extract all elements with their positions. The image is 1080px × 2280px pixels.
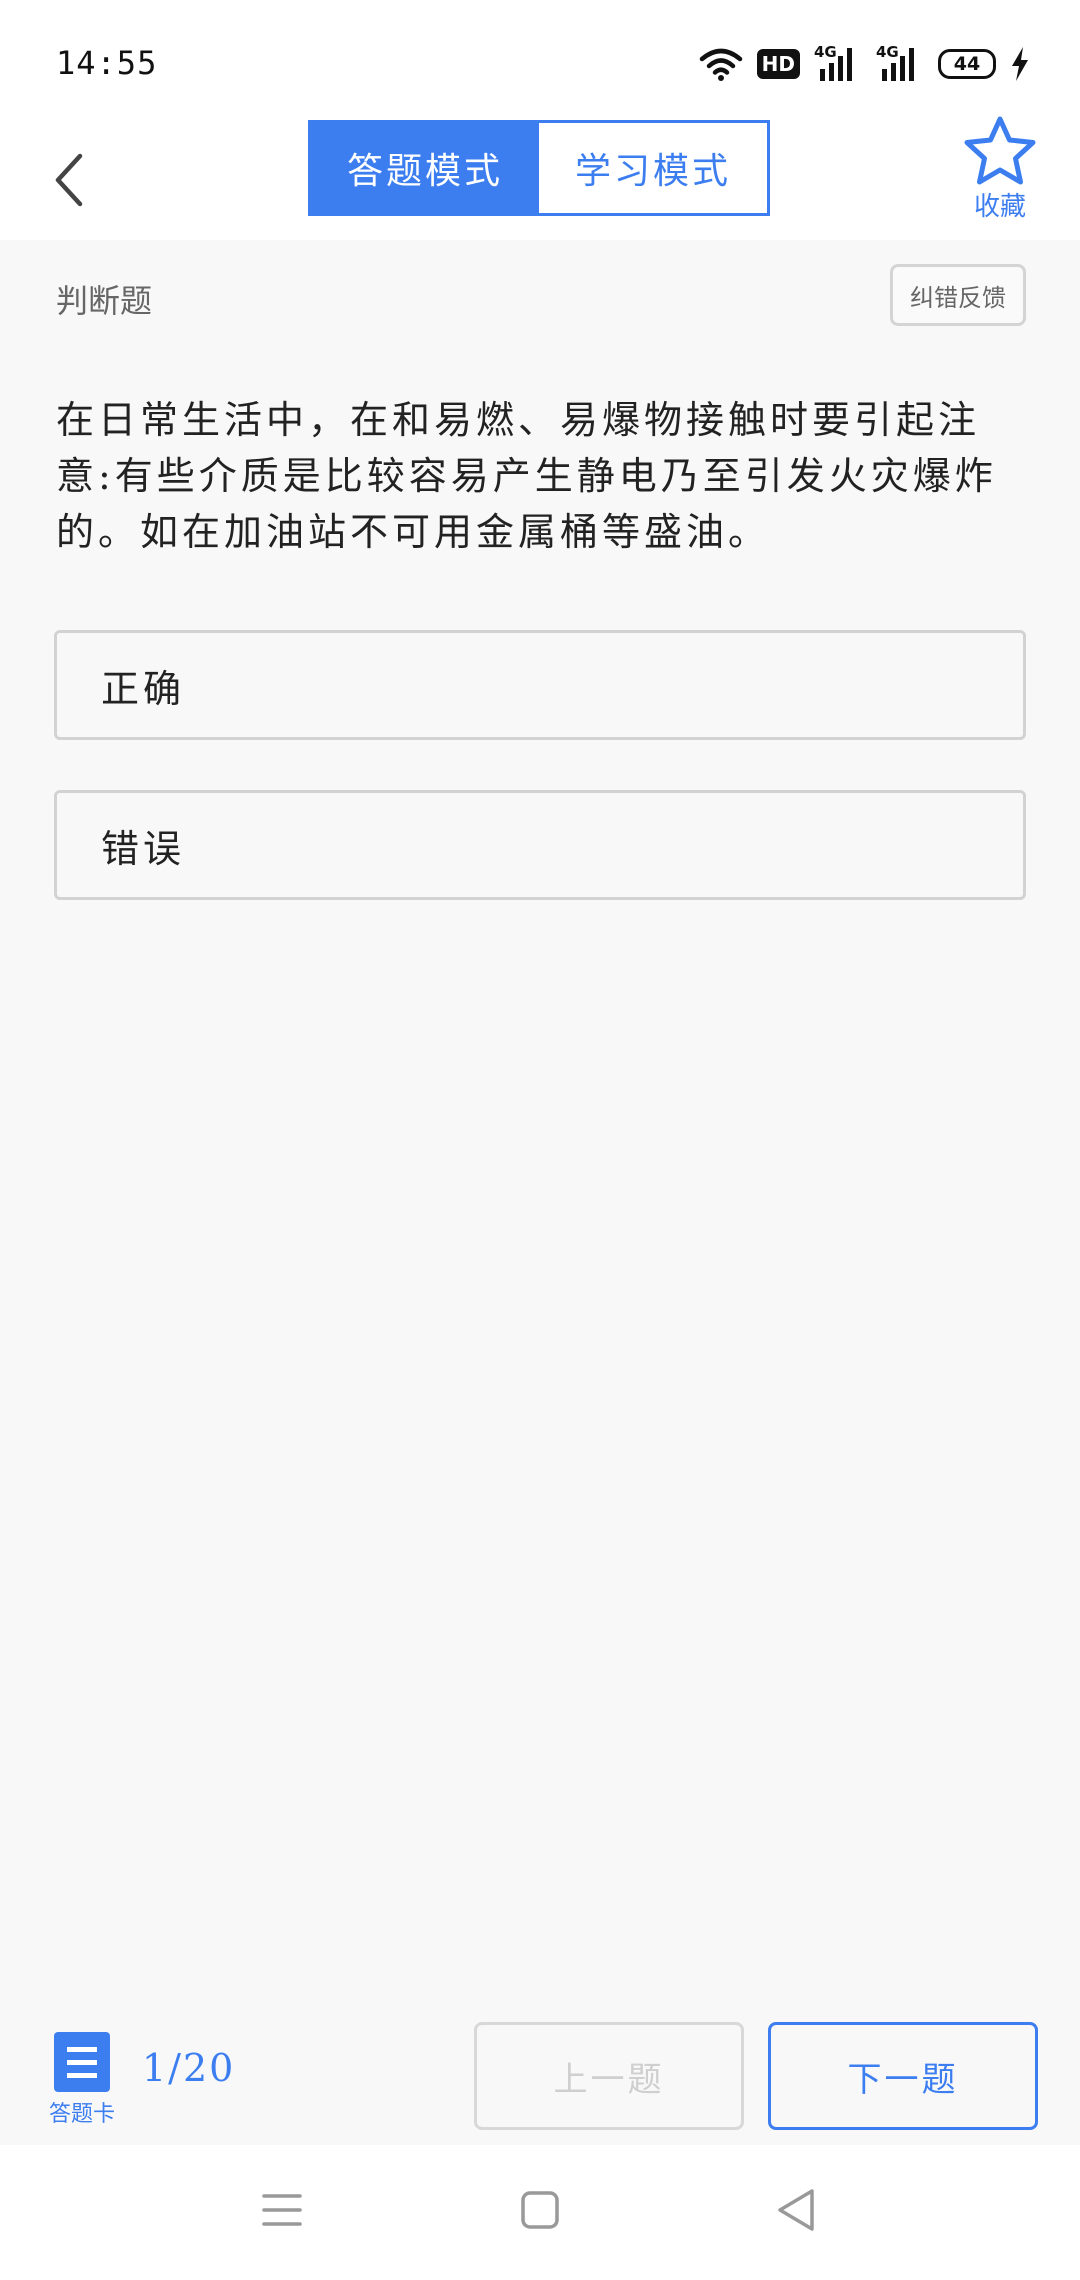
- home-nav-button[interactable]: [500, 2175, 580, 2245]
- signal-indicator-1: 4G: [814, 43, 862, 83]
- back-nav-icon: [778, 2189, 814, 2231]
- menu-nav-button[interactable]: [242, 2175, 322, 2245]
- status-icons: HD 4G 4G 44: [699, 43, 1030, 84]
- signal-bars-icon: [882, 48, 914, 81]
- prev-question-button[interactable]: 上一题: [474, 2022, 744, 2130]
- signal-indicator-2: 4G: [876, 43, 924, 83]
- status-bar: 14:55 HD 4G 4G 44: [0, 0, 1080, 120]
- question-type: 判断题: [56, 282, 153, 320]
- mode-switch: 答题模式 学习模式: [308, 120, 770, 216]
- wifi-icon: [699, 48, 742, 81]
- favorite-button[interactable]: 收藏: [956, 114, 1044, 223]
- option-true[interactable]: 正确: [54, 630, 1026, 740]
- tab-answer-mode[interactable]: 答题模式: [311, 123, 539, 213]
- status-time: 14:55: [56, 44, 158, 82]
- hd-badge: HD: [756, 49, 800, 79]
- answer-card-icon: [54, 2032, 110, 2092]
- tab-study-mode[interactable]: 学习模式: [539, 123, 767, 213]
- progress-counter: 1/20: [142, 2046, 236, 2090]
- favorite-label: 收藏: [973, 192, 1026, 222]
- system-nav-bar: [0, 2145, 1080, 2280]
- answer-card-button[interactable]: 答题卡: [40, 2032, 124, 2128]
- back-nav-button[interactable]: [756, 2175, 836, 2245]
- answer-card-label: 答题卡: [48, 2102, 115, 2127]
- option-false[interactable]: 错误: [54, 790, 1026, 900]
- back-button[interactable]: [30, 140, 110, 220]
- charging-icon: [1012, 47, 1028, 81]
- feedback-button[interactable]: 纠错反馈: [890, 264, 1026, 326]
- signal-bars-icon: [820, 48, 852, 81]
- question-text: 在日常生活中，在和易燃、易爆物接触时要引起注意:有些介质是比较容易产生静电乃至引…: [56, 398, 997, 554]
- next-question-button[interactable]: 下一题: [768, 2022, 1038, 2130]
- header: 答题模式 学习模式 收藏: [0, 116, 1080, 240]
- star-icon: [964, 116, 1036, 185]
- menu-nav-icon: [262, 2194, 302, 2226]
- battery-indicator: 44: [938, 49, 996, 79]
- question-area: 判断题 纠错反馈 在日常生活中，在和易燃、易爆物接触时要引起注意:有些介质是比较…: [0, 240, 1080, 2145]
- back-icon: [55, 153, 83, 207]
- home-nav-icon: [521, 2191, 559, 2229]
